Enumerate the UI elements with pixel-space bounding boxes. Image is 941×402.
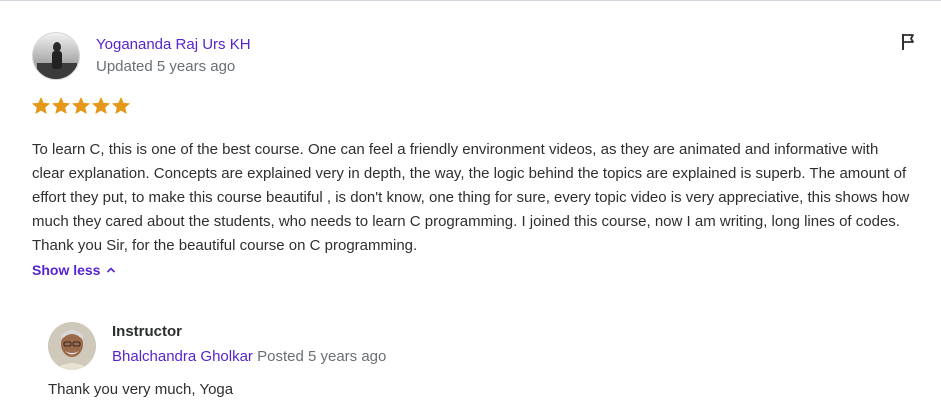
instructor-response-label: Instructor bbox=[112, 323, 183, 340]
instructor-name[interactable]: Bhalchandra Gholkar bbox=[112, 348, 253, 365]
reviewer-name[interactable]: Yogananda Raj Urs KH bbox=[96, 36, 251, 54]
instructor-reply-text: Thank you very much, Yoga bbox=[48, 381, 234, 398]
star-icon bbox=[112, 97, 130, 114]
review-text: To learn C, this is one of the best cour… bbox=[32, 141, 910, 254]
response-posted-time: Posted 5 years ago bbox=[257, 348, 387, 365]
star-icon bbox=[72, 97, 90, 114]
show-less-button[interactable]: Show less bbox=[32, 261, 116, 279]
star-icon bbox=[52, 97, 70, 114]
top-divider bbox=[0, 0, 941, 1]
flag-icon[interactable] bbox=[898, 31, 920, 53]
chevron-up-icon bbox=[107, 267, 116, 273]
star-rating bbox=[32, 97, 130, 115]
review-updated-time: Updated 5 years ago bbox=[96, 58, 236, 75]
instructor-avatar bbox=[48, 322, 96, 370]
star-icon bbox=[92, 97, 110, 114]
reviewer-avatar bbox=[32, 32, 80, 80]
show-less-label: Show less bbox=[32, 262, 101, 278]
star-icon bbox=[32, 97, 50, 114]
instructor-meta: Bhalchandra Gholkar Posted 5 years ago bbox=[112, 348, 386, 366]
